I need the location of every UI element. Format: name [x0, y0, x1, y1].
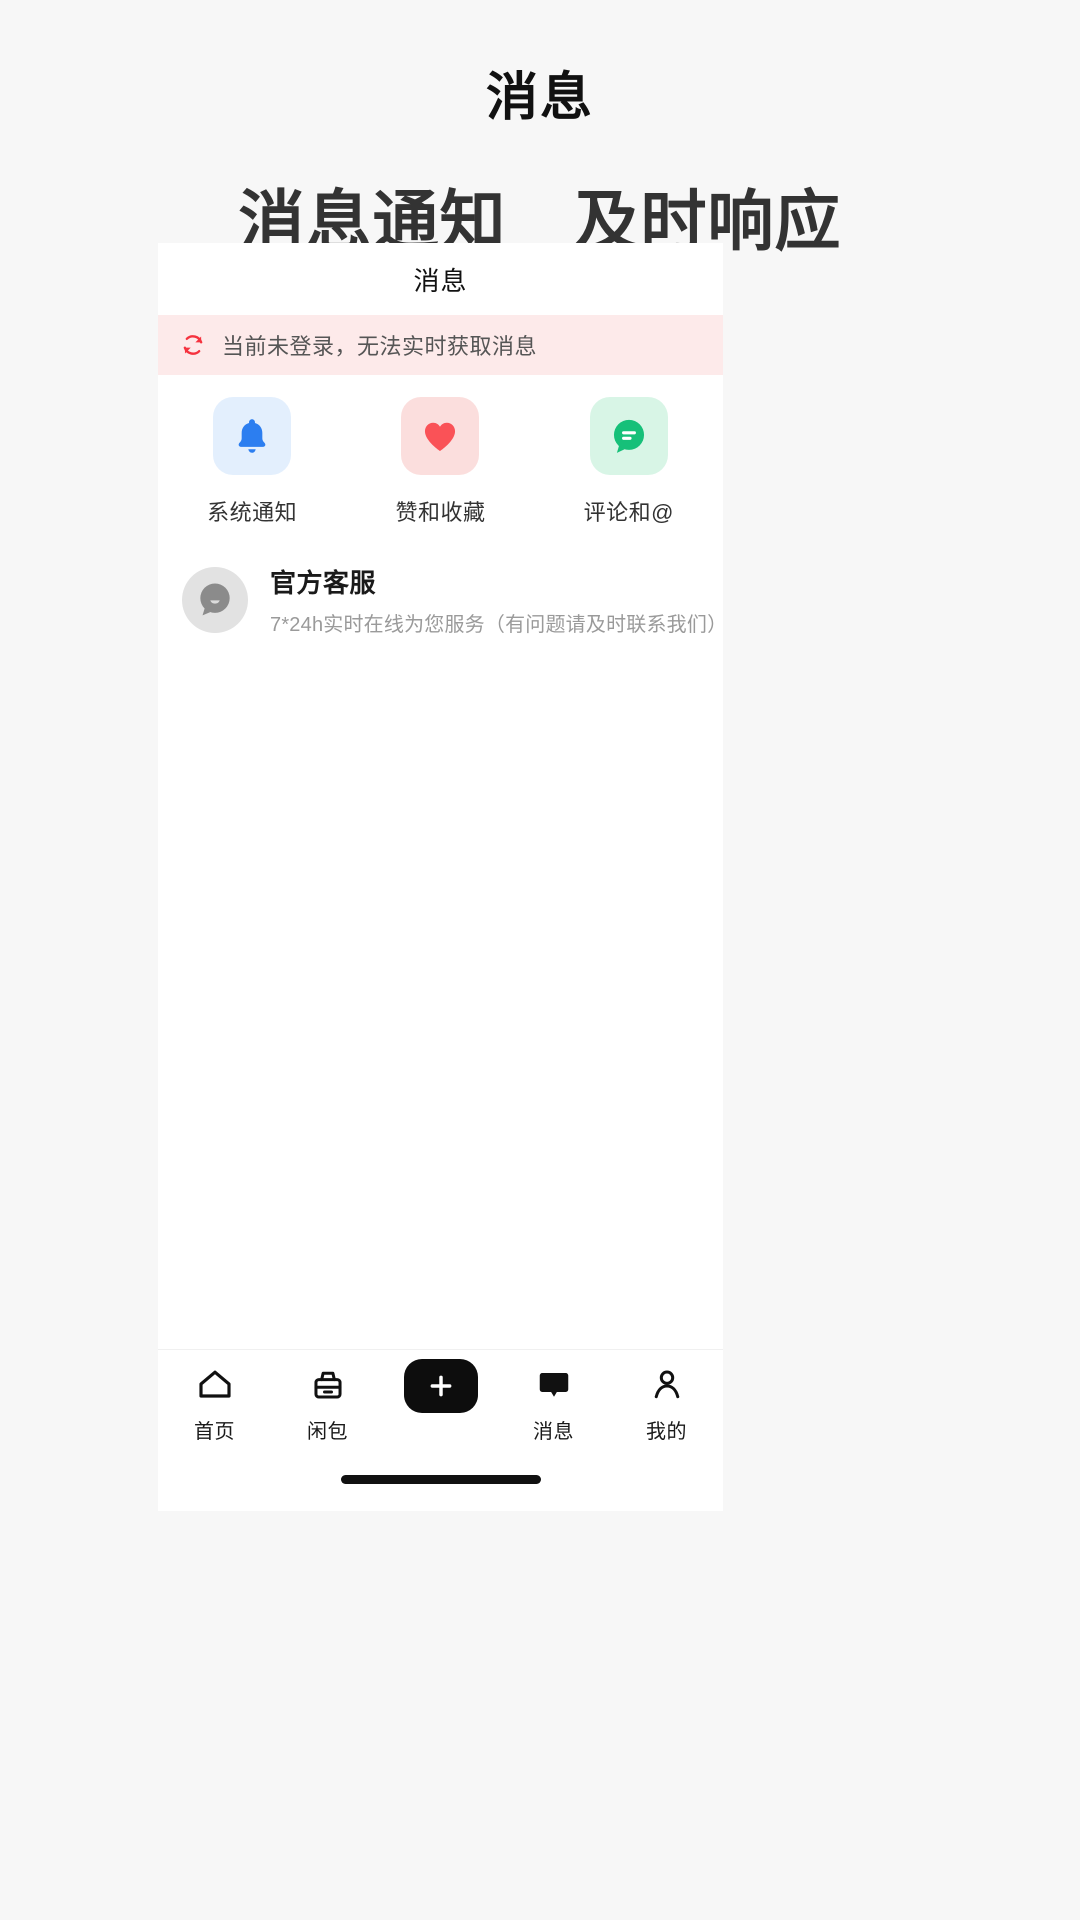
customer-service-title: 官方客服 — [270, 568, 377, 598]
category-label: 评论和@ — [583, 500, 674, 525]
home-icon — [195, 1364, 235, 1406]
customer-service-subtitle: 7*24h实时在线为您服务（有问题请及时联系我们） — [270, 614, 723, 636]
category-tile — [589, 397, 668, 475]
customer-service-texts: 官方客服 7*24h实时在线为您服务（有问题请及时联系我们） — [270, 563, 723, 637]
tab-label: 消息 — [533, 1421, 574, 1443]
app-navbar: 消息 — [158, 243, 723, 315]
category-tile — [401, 397, 480, 475]
tab-bag[interactable]: 闲包 — [271, 1364, 384, 1444]
phone-frame: 消息 当前未登录，无法实时获取消息 系统通知 赞和收藏 评论和@ 官方客服 7*… — [158, 243, 723, 1511]
screenshot-root: 消息 消息通知 及时响应 消息 当前未登录，无法实时获取消息 系统通知 赞和收藏… — [0, 0, 1080, 1920]
content-empty-area — [158, 663, 723, 1349]
tab-home[interactable]: 首页 — [158, 1364, 271, 1444]
tab-publish[interactable] — [384, 1359, 497, 1415]
tab-label: 首页 — [194, 1421, 235, 1443]
comment-icon — [607, 414, 651, 458]
category-likes-favorites[interactable]: 赞和收藏 — [346, 397, 534, 527]
heart-icon — [419, 415, 461, 457]
page-title: 消息 — [485, 69, 594, 127]
category-system-notice[interactable]: 系统通知 — [158, 397, 346, 527]
plus-icon[interactable] — [403, 1359, 478, 1413]
app-navbar-title: 消息 — [413, 265, 468, 296]
person-icon — [648, 1364, 686, 1406]
customer-service-row[interactable]: 官方客服 7*24h实时在线为您服务（有问题请及时联系我们） — [158, 537, 723, 663]
bell-icon — [231, 415, 273, 457]
home-indicator — [340, 1475, 541, 1484]
login-warning-banner[interactable]: 当前未登录，无法实时获取消息 — [158, 315, 723, 375]
customer-service-avatar — [182, 567, 248, 633]
message-icon — [535, 1364, 573, 1406]
app-body: 消息 当前未登录，无法实时获取消息 系统通知 赞和收藏 评论和@ 官方客服 7*… — [158, 243, 723, 1511]
refresh-icon[interactable] — [180, 332, 206, 358]
home-indicator-area — [158, 1467, 723, 1511]
bag-icon — [309, 1364, 347, 1406]
publish-button[interactable] — [403, 1359, 478, 1413]
tab-label: 闲包 — [307, 1421, 348, 1443]
category-label: 赞和收藏 — [395, 500, 486, 525]
category-comments-mentions[interactable]: 评论和@ — [535, 397, 723, 527]
tab-profile[interactable]: 我的 — [610, 1364, 723, 1444]
login-warning-text: 当前未登录，无法实时获取消息 — [222, 334, 538, 359]
tabbar: 首页 闲包 消息 我的 — [158, 1349, 723, 1467]
category-label: 系统通知 — [207, 500, 298, 525]
category-tile — [213, 397, 292, 475]
tab-label: 我的 — [646, 1421, 687, 1443]
category-row: 系统通知 赞和收藏 评论和@ — [158, 375, 723, 537]
tab-message[interactable]: 消息 — [497, 1364, 610, 1444]
